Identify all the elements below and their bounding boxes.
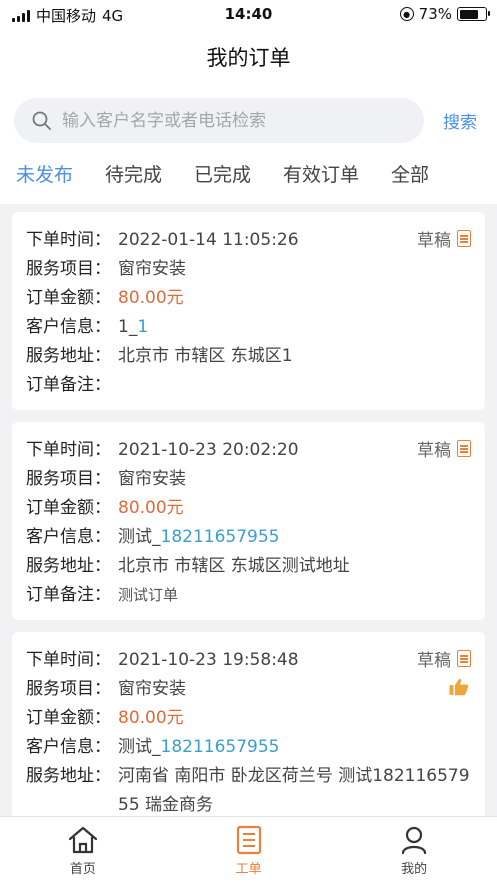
status-bar: 中国移动 4G 14:40 ● 73% [0,0,497,28]
page-title: 我的订单 [206,46,291,70]
order-card[interactable]: 草稿 下单时间： 2021-10-23 20:02:20 服务项目： 窗帘安装 订单… [12,422,485,620]
customer-phone[interactable]: 18211657955 [161,527,280,547]
order-note [118,371,471,400]
order-time-label: 下单时间： [26,440,111,460]
service-name: 窗帘安装 [118,469,186,489]
service-label: 服务项目： [26,469,111,489]
nav-home-label: 首页 [69,862,96,877]
status-label: 草稿 [417,441,451,461]
service-address: 河南省 南阳市 卧龙区荷兰号 测试18211657955 瑞金商务 [118,766,470,815]
status-right: ● 73% [399,5,490,23]
order-time-label: 下单时间： [26,230,111,250]
service-address: 北京市 市辖区 东城区1 [118,346,293,366]
bottom-nav: 首页 工单 我的 [0,816,497,883]
customer-phone[interactable]: 18211657955 [161,737,280,757]
user-icon [402,826,427,855]
tab-completed[interactable]: 已完成 [194,152,283,204]
customer-phone[interactable]: 1 [137,317,148,337]
home-icon [68,826,97,854]
order-status: 草稿 [417,646,471,671]
order-card[interactable]: 草稿 下单时间： 2021-10-23 19:58:48 服务项目： 窗帘安装 订单… [12,632,485,816]
search-box[interactable] [14,98,424,143]
customer-name: 测试_ [118,737,161,757]
order-card[interactable]: 草稿 下单时间： 2022-01-14 11:05:26 服务项目： 窗帘安装 订单… [12,212,485,410]
nav-header: 我的订单 [0,28,497,90]
note-label: 订单备注： [26,585,111,605]
customer-name: 测试_ [118,527,161,547]
customer-label: 客户信息： [26,317,111,337]
address-label: 服务地址： [26,766,111,786]
list-icon [236,825,261,855]
order-status: 草稿 [417,226,471,251]
nav-mine[interactable]: 我的 [331,817,497,883]
battery-icon [457,7,490,21]
tab-all[interactable]: 全部 [391,152,451,204]
customer-label: 客户信息： [26,527,111,547]
battery-percent: 73% [418,5,452,23]
nav-workorder-label: 工单 [235,862,262,877]
draft-doc-icon [457,650,471,667]
order-note: 测试订单 [118,586,179,604]
tab-valid-orders[interactable]: 有效订单 [283,152,391,204]
amount-label: 订单金额： [26,288,111,308]
service-label: 服务项目： [26,259,111,279]
order-list: 草稿 下单时间： 2022-01-14 11:05:26 服务项目： 窗帘安装 订单… [0,204,497,816]
service-name: 窗帘安装 [118,679,186,699]
tab-pending[interactable]: 待完成 [105,152,194,204]
tab-unpublished[interactable]: 未发布 [16,152,105,204]
order-status: 草稿 [417,436,471,461]
order-time-label: 下单时间： [26,650,111,670]
customer-name: 1_ [118,317,138,337]
search-icon [32,111,51,130]
status-label: 草稿 [417,231,451,251]
nav-home[interactable]: 首页 [0,817,166,883]
service-address: 北京市 市辖区 东城区测试地址 [118,556,350,576]
customer-label: 客户信息： [26,737,111,757]
service-name: 窗帘安装 [118,259,186,279]
search-button[interactable]: 搜索 [443,108,477,133]
search-bar: 搜索 [0,90,497,152]
service-label: 服务项目： [26,679,111,699]
order-amount: 80.00元 [118,498,184,518]
draft-doc-icon [457,230,471,247]
search-input[interactable] [62,110,402,131]
thumbs-up-icon [449,678,469,696]
amount-label: 订单金额： [26,708,111,728]
order-tabs: 未发布 待完成 已完成 有效订单 全部 [0,152,497,204]
draft-doc-icon [457,440,471,457]
address-label: 服务地址： [26,346,111,366]
rotation-lock-icon: ● [399,7,414,21]
status-label: 草稿 [417,651,451,671]
note-label: 订单备注： [26,375,111,395]
nav-mine-label: 我的 [401,862,428,877]
amount-label: 订单金额： [26,498,111,518]
nav-workorder[interactable]: 工单 [166,817,332,883]
order-amount: 80.00元 [118,708,184,728]
order-amount: 80.00元 [118,288,184,308]
address-label: 服务地址： [26,556,111,576]
